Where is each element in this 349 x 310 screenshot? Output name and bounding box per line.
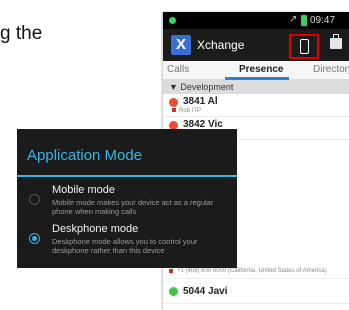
- contact-name: 3841 Al: [183, 96, 218, 107]
- option-title: Mobile mode: [52, 184, 115, 196]
- group-header-development[interactable]: ▼ Development: [163, 80, 349, 94]
- mobile-mode-option[interactable]: Mobile mode Mobile mode makes your devic…: [17, 181, 237, 225]
- contact-number-text: +1 (408) 600 6000 (California, United St…: [177, 268, 327, 274]
- tab-calls[interactable]: Calls: [167, 64, 189, 75]
- app-logo-icon: X: [171, 35, 191, 55]
- briefcase-icon[interactable]: [330, 34, 342, 49]
- tab-bar: Calls Presence Directory: [163, 61, 349, 80]
- presence-status-icon: [169, 98, 178, 107]
- phone-icon: [169, 269, 173, 273]
- contact-status-text: Rob ITP: [179, 108, 202, 114]
- contact-row[interactable]: 5044 Javi: [163, 282, 349, 304]
- device-mode-button[interactable]: [289, 34, 319, 59]
- status-time: 09:47: [310, 15, 336, 26]
- dialog-title: Application Mode: [27, 147, 143, 164]
- phone-icon: [172, 108, 176, 112]
- dialog-divider: [17, 175, 237, 177]
- signal-icon: ↗: [289, 14, 298, 25]
- option-description: Deskphone mode allows you to control you…: [52, 237, 198, 255]
- document-text: g the: [0, 23, 43, 44]
- option-title: Deskphone mode: [52, 223, 139, 235]
- app-title: Xchange: [197, 38, 245, 52]
- deskphone-mode-radio[interactable]: [29, 233, 40, 244]
- deskphone-mode-option[interactable]: Deskphone mode Deskphone mode allows you…: [17, 220, 237, 264]
- mobile-mode-radio[interactable]: [29, 194, 40, 205]
- contact-name: 5044 Javi: [183, 286, 228, 297]
- battery-icon: [301, 15, 307, 26]
- presence-status-icon: [169, 287, 178, 296]
- tab-presence[interactable]: Presence: [239, 64, 283, 75]
- notification-icon: [169, 17, 176, 24]
- action-bar: X Xchange: [163, 29, 349, 61]
- mobile-device-icon: [300, 39, 309, 54]
- tab-directory[interactable]: Directory: [313, 64, 349, 75]
- application-mode-dialog: Application Mode Mobile mode Mobile mode…: [17, 129, 237, 268]
- status-bar: ↗ 09:47: [163, 12, 349, 29]
- option-description: Mobile mode makes your device act as a r…: [52, 198, 214, 216]
- contact-row[interactable]: 3841 Al Rob ITP: [163, 95, 349, 117]
